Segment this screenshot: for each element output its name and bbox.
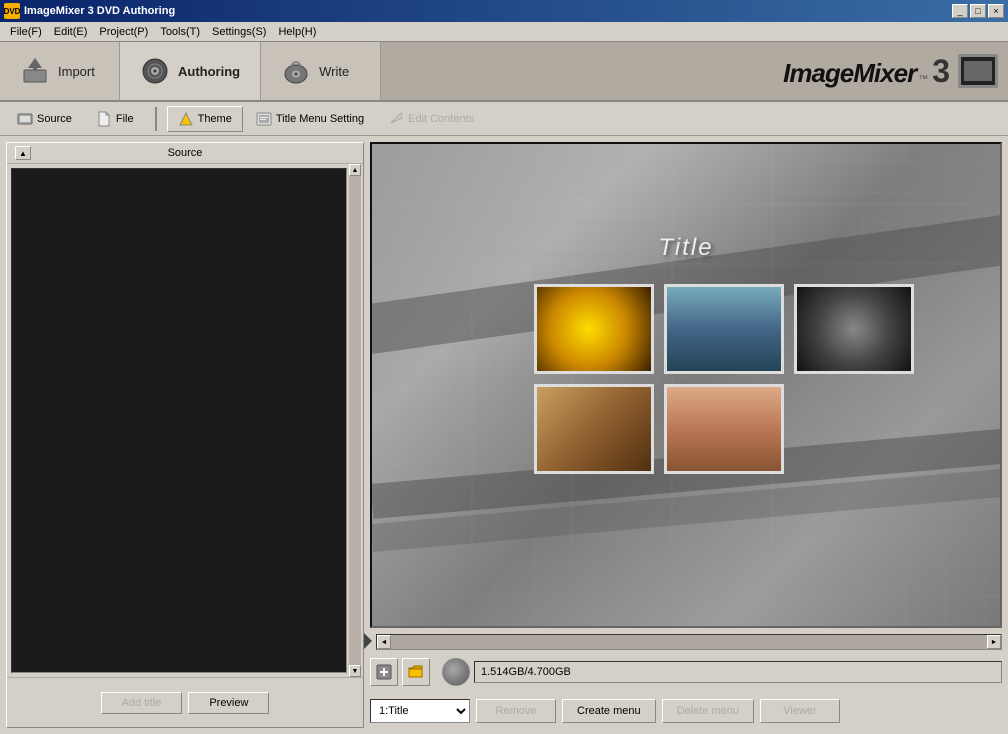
- title-dropdown[interactable]: 1:Title: [370, 699, 470, 723]
- thumbnail-3: [794, 284, 914, 374]
- import-label: Import: [58, 64, 95, 79]
- main-toolbar: Import Authoring: [0, 42, 1008, 102]
- write-icon: [281, 56, 311, 86]
- import-folder-button[interactable]: [402, 658, 430, 686]
- left-panel-header: ▲ Source: [7, 143, 363, 164]
- preview-background: Title: [372, 144, 1000, 626]
- theme-icon: [178, 111, 194, 127]
- menu-edit[interactable]: Edit(E): [48, 24, 94, 40]
- disk-usage-bar: 1.514GB/4.700GB: [474, 661, 1002, 683]
- app-icon: DVD: [4, 3, 20, 19]
- menu-settings[interactable]: Settings(S): [206, 24, 272, 40]
- preview-scrollbar[interactable]: ◄ ►: [376, 634, 1002, 650]
- minimize-button[interactable]: _: [952, 4, 968, 18]
- remove-button[interactable]: Remove: [476, 699, 556, 723]
- thumbnail-grid: [534, 284, 914, 474]
- viewer-button[interactable]: Viewer: [760, 699, 840, 723]
- app-logo-area: ImageMixer ™ 3: [783, 42, 1008, 100]
- add-scene-button[interactable]: [370, 658, 398, 686]
- app-version: 3: [932, 53, 950, 90]
- import-icon: [20, 56, 50, 86]
- menu-file[interactable]: File(F): [4, 24, 48, 40]
- source-area: [11, 168, 347, 673]
- menu-project[interactable]: Project(P): [93, 24, 154, 40]
- preview-button[interactable]: Preview: [188, 692, 269, 714]
- preview-area: Title: [370, 142, 1002, 628]
- scroll-left-button[interactable]: ◄: [377, 635, 391, 649]
- title-menu-setting-label: Title Menu Setting: [276, 113, 364, 125]
- edit-contents-tab[interactable]: Edit Contents: [377, 106, 485, 132]
- import-button[interactable]: Import: [0, 42, 120, 100]
- source-tab[interactable]: Source: [6, 106, 83, 132]
- source-icon: [17, 111, 33, 127]
- authoring-label: Authoring: [178, 64, 240, 79]
- scroll-track: [391, 635, 987, 649]
- scroll-indicator: [364, 633, 372, 649]
- sub-toolbar: Source File Theme: [0, 102, 1008, 136]
- window-controls: _ □ ×: [952, 4, 1004, 18]
- close-button[interactable]: ×: [988, 4, 1004, 18]
- right-panel: Title: [370, 142, 1002, 728]
- title-bar: DVD ImageMixer 3 DVD Authoring _ □ ×: [0, 0, 1008, 22]
- scrollbar-right[interactable]: ▲ ▼: [349, 164, 361, 677]
- menu-help[interactable]: Help(H): [272, 24, 322, 40]
- thumbnail-1: [534, 284, 654, 374]
- scroll-track: [349, 176, 361, 665]
- source-label: Source: [37, 113, 72, 125]
- bottom-action-bar: 1:Title Remove Create menu Delete menu V…: [370, 694, 1002, 728]
- preview-title-text: Title: [658, 234, 713, 262]
- menu-bar: File(F) Edit(E) Project(P) Tools(T) Sett…: [0, 22, 1008, 42]
- left-panel-bottom: Add title Preview: [7, 677, 363, 727]
- bottom-controls: 1.514GB/4.700GB: [370, 654, 1002, 690]
- write-button[interactable]: Write: [261, 42, 381, 100]
- scroll-up-button[interactable]: ▲: [349, 164, 361, 176]
- preview-scrollbar-container: ◄ ►: [370, 632, 1002, 650]
- write-label: Write: [319, 64, 349, 79]
- title-menu-setting-tab[interactable]: Title Menu Setting: [245, 106, 375, 132]
- file-icon: [96, 111, 112, 127]
- window-title: ImageMixer 3 DVD Authoring: [24, 5, 175, 17]
- app-trademark: ™: [918, 74, 928, 85]
- thumbnail-4: [534, 384, 654, 474]
- thumbnail-5: [664, 384, 784, 474]
- create-menu-button[interactable]: Create menu: [562, 699, 656, 723]
- app-logo-text: ImageMixer: [783, 58, 916, 89]
- edit-contents-icon: [388, 111, 404, 127]
- left-panel-title: Source: [168, 147, 203, 159]
- thumbnail-2: [664, 284, 784, 374]
- authoring-icon: [140, 56, 170, 86]
- left-panel: ▲ Source ▲ ▼ Add title Preview: [6, 142, 364, 728]
- thumbnail-empty: [794, 384, 914, 474]
- maximize-button[interactable]: □: [970, 4, 986, 18]
- file-label: File: [116, 113, 134, 125]
- disk-indicator: [442, 658, 470, 686]
- disk-usage-text: 1.514GB/4.700GB: [481, 666, 571, 678]
- authoring-button[interactable]: Authoring: [120, 42, 261, 100]
- title-menu-icon: [256, 111, 272, 127]
- delete-menu-button[interactable]: Delete menu: [662, 699, 754, 723]
- add-title-button[interactable]: Add title: [101, 692, 183, 714]
- scroll-down-button[interactable]: ▼: [349, 665, 361, 677]
- main-content: ▲ Source ▲ ▼ Add title Preview: [0, 136, 1008, 734]
- panel-up-button[interactable]: ▲: [15, 146, 31, 160]
- scroll-right-button[interactable]: ►: [987, 635, 1001, 649]
- file-tab[interactable]: File: [85, 106, 145, 132]
- menu-tools[interactable]: Tools(T): [154, 24, 206, 40]
- theme-tab[interactable]: Theme: [167, 106, 243, 132]
- theme-label: Theme: [198, 113, 232, 125]
- edit-contents-label: Edit Contents: [408, 113, 474, 125]
